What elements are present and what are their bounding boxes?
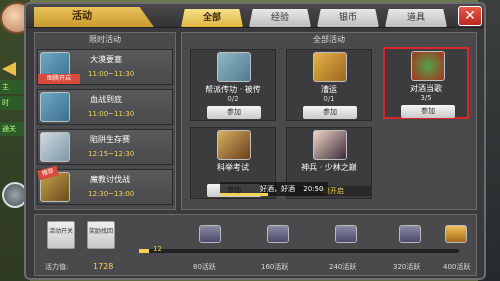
reward-recover-button[interactable]: 奖励找回 [87, 221, 115, 249]
activity-card[interactable]: 漕运 0/1 参加 [286, 49, 372, 121]
activity-toggle-button[interactable]: 活动开关 [47, 221, 75, 249]
bubble-text: 好酒，好酒 [260, 185, 295, 193]
chest-icon[interactable] [267, 225, 289, 243]
vitality-track-fill [139, 249, 149, 253]
limited-item[interactable]: 推荐 魔教讨伐战 12:30~13:00 [37, 165, 173, 205]
chest-icon[interactable] [335, 225, 357, 243]
title-bar: 活动 全部 经验 银币 道具 ✕ [26, 4, 484, 28]
milestone-label: 80活跃 [193, 263, 216, 271]
limited-item-time: 11:00~11:30 [88, 70, 135, 78]
join-button[interactable]: 参加 [303, 106, 357, 119]
tab-all[interactable]: 全部 [181, 9, 243, 27]
activity-progress: 0/2 [227, 95, 239, 103]
filter-tabs: 全部 经验 银币 道具 [181, 9, 447, 27]
tab-items[interactable]: 道具 [385, 9, 447, 27]
activity-name: 神兵 · 少林之巅 [301, 163, 357, 172]
tab-silver[interactable]: 银币 [317, 9, 379, 27]
vitality-label: 活力值: [45, 263, 69, 271]
all-header: 全部活动 [313, 35, 345, 44]
scroll-icon [217, 52, 251, 82]
activity-progress: 0/1 [323, 95, 335, 103]
status-badge: 图腾开启 [38, 74, 80, 84]
activity-name: 帮派传功 · 被传 [205, 85, 261, 94]
wine-icon [411, 51, 445, 81]
activity-name: 科举考试 [217, 163, 249, 172]
chest-icon[interactable] [199, 225, 221, 243]
activity-card-selected[interactable]: 对酒当歌 3/5 参加 [383, 47, 469, 119]
close-button[interactable]: ✕ [458, 6, 482, 26]
activity-name: 漕运 [321, 85, 337, 94]
limited-item-name: 血战到底 [90, 95, 122, 104]
limited-item[interactable]: 血战到底 11:00~11:30 [37, 89, 173, 125]
side-tag-main[interactable]: 主 [0, 80, 24, 94]
current-mark: 12 [153, 245, 162, 253]
tab-exp[interactable]: 经验 [249, 9, 311, 27]
battlefield-icon [40, 92, 70, 122]
exam-icon [217, 130, 251, 160]
limited-item-time: 12:30~13:00 [88, 190, 135, 198]
maze-icon [40, 132, 70, 162]
chest-icon[interactable] [399, 225, 421, 243]
bubble-progress [220, 193, 268, 196]
vitality-strip: 活动开关 奖励找回 活力值: 1728 12 80活跃 160活跃 240活跃 … [34, 214, 477, 276]
limited-item-name: 魔教讨伐战 [90, 175, 130, 184]
panel-title: 活动 [34, 7, 154, 27]
limited-item[interactable]: 陷阱生存赛 12:15~12:30 [37, 129, 173, 165]
vitality-value: 1728 [93, 262, 114, 271]
join-button[interactable]: 参加 [401, 105, 455, 118]
activity-card[interactable]: 帮派传功 · 被传 0/2 参加 [190, 49, 276, 121]
vitality-track [139, 249, 459, 253]
side-tag-clear[interactable]: 通关 [0, 122, 24, 136]
milestone-label: 160活跃 [261, 263, 289, 271]
limited-activities: 限时活动 图腾开启 大漠要塞 11:00~11:30 血战到底 11:00~11… [34, 32, 176, 210]
activity-progress: 3/5 [420, 94, 432, 102]
activity-name: 对酒当歌 [410, 84, 442, 93]
limited-item-name: 陷阱生存赛 [90, 135, 130, 144]
side-tag-time[interactable]: 时 [0, 96, 24, 110]
cargo-icon [313, 52, 347, 82]
limited-item-time: 12:15~12:30 [88, 150, 135, 158]
milestone-label: 240活跃 [329, 263, 357, 271]
hero-icon [313, 130, 347, 160]
limited-item-name: 大漠要塞 [90, 55, 122, 64]
bubble-time: 20:50 [303, 185, 324, 193]
all-activities: 全部活动 帮派传功 · 被传 0/2 参加 漕运 0/1 参加 对酒当歌 3/5… [181, 32, 477, 210]
milestone-label: 320活跃 [393, 263, 421, 271]
join-button[interactable]: 参加 [207, 106, 261, 119]
limited-header: 限时活动 [89, 35, 121, 44]
activity-panel: 活动 全部 经验 银币 道具 ✕ 限时活动 图腾开启 大漠要塞 11:00~11… [24, 2, 486, 280]
gold-chest-icon[interactable] [445, 225, 467, 243]
limited-item-time: 11:00~11:30 [88, 110, 135, 118]
milestone-label: 400活跃 [443, 263, 471, 271]
chat-bubble: 好酒，好酒 20:50 [220, 182, 328, 196]
limited-item[interactable]: 图腾开启 大漠要塞 11:00~11:30 [37, 49, 173, 85]
